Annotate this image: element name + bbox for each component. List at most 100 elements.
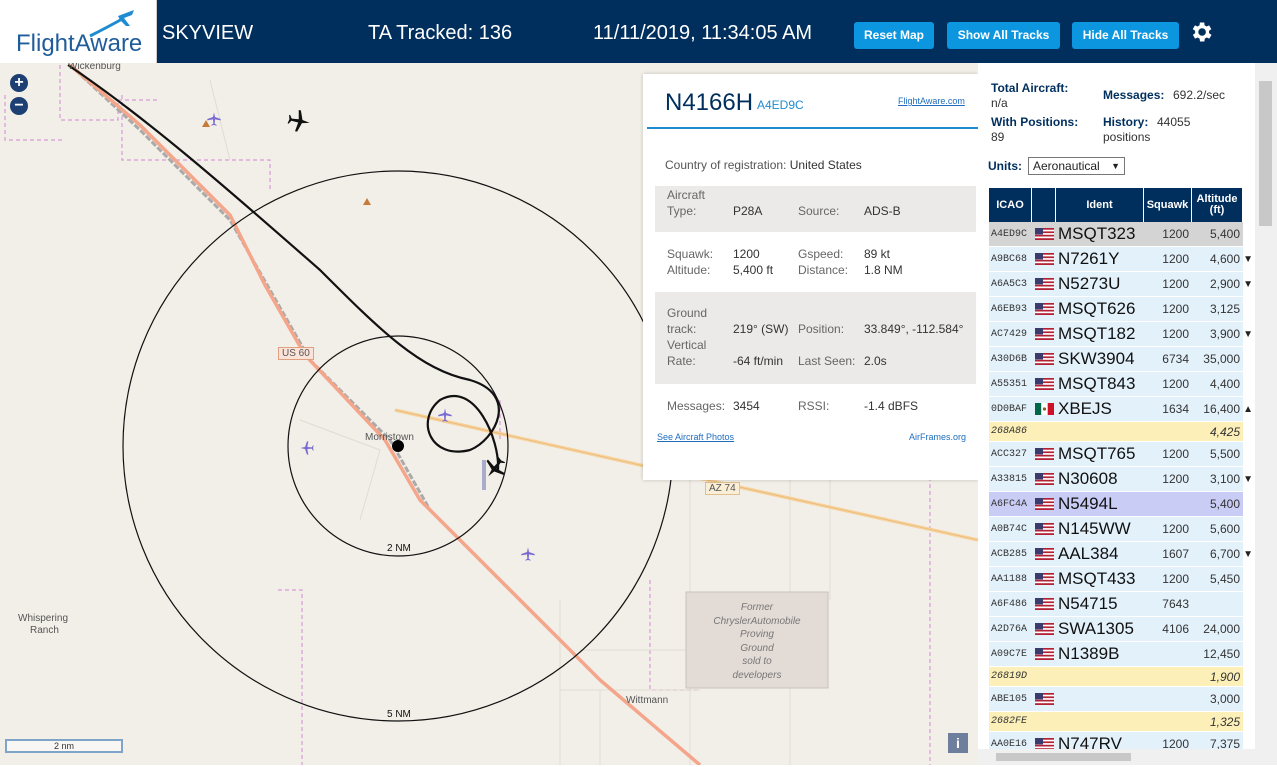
with-positions-label: With Positions: [991, 115, 1079, 129]
logo-text: FlightAware [16, 30, 143, 57]
table-row[interactable]: A55351 MSQT843 1200 4,400 [989, 372, 1243, 397]
trend-indicator: ▲ [1243, 403, 1253, 415]
ident-cell: AAL384 [1058, 544, 1119, 563]
flag-cell [1032, 322, 1056, 346]
ident-cell: N1389B [1058, 644, 1120, 663]
trend-indicator: ▼ [1243, 253, 1253, 265]
gear-icon[interactable] [1188, 19, 1214, 45]
table-row[interactable]: A6A5C3 N5273U 1200 2,900 ▼ [989, 272, 1253, 297]
aircraft-icon[interactable] [437, 407, 453, 423]
site-name: SKYVIEW [162, 22, 254, 44]
squawk-cell [1144, 687, 1192, 711]
zoom-in-button[interactable]: + [10, 74, 28, 92]
col-flag[interactable] [1032, 188, 1056, 222]
squawk-cell [1144, 712, 1192, 731]
hide-all-tracks-button[interactable]: Hide All Tracks [1072, 22, 1179, 49]
hex-code[interactable]: A4ED9C [757, 98, 804, 112]
us-flag-icon [1034, 328, 1054, 340]
table-row[interactable]: 26819D 1,900 [989, 667, 1243, 687]
label-whispering: Whispering [18, 613, 69, 624]
table-row[interactable]: A4ED9C MSQT323 1200 5,400 [989, 222, 1243, 247]
icao-cell: A55351 [991, 378, 1028, 390]
us-flag-icon [1034, 353, 1054, 365]
altitude-cell: 3,000 [1209, 692, 1240, 706]
aircraft-icon[interactable] [206, 111, 222, 127]
label-proving-ground: Former ChryslerAutomobile Proving Ground sol… [713, 602, 801, 681]
col-icao[interactable]: ICAO [989, 188, 1032, 222]
icao-cell: 0D0BAF [991, 403, 1028, 415]
squawk-cell: 1200 [1162, 327, 1189, 341]
table-row[interactable]: A33815 N30608 1200 3,100 ▼ [989, 467, 1253, 492]
flightaware-link[interactable]: FlightAware.com [898, 96, 965, 106]
us-flag-icon [1034, 228, 1054, 240]
col-squawk[interactable]: Squawk [1144, 188, 1192, 222]
flag-cell [1032, 247, 1056, 271]
squawk-cell: 1200 [1162, 472, 1189, 486]
ident-cell: N7261Y [1058, 249, 1120, 268]
label-ranch: Ranch [30, 625, 59, 636]
zoom-out-button[interactable]: − [10, 97, 28, 115]
table-row[interactable]: A2D76A SWA1305 4106 24,000 [989, 617, 1243, 642]
icao-cell: A9BC68 [991, 253, 1028, 265]
ident-cell: MSQT765 [1058, 444, 1136, 463]
ident-cell: N30608 [1058, 469, 1118, 488]
aircraft-icon[interactable] [520, 546, 536, 562]
reset-map-button[interactable]: Reset Map [854, 22, 934, 49]
table-row[interactable]: AA1188 MSQT433 1200 5,450 [989, 567, 1243, 592]
squawk-cell: 4106 [1162, 622, 1189, 636]
ident-cell: MSQT843 [1058, 374, 1136, 393]
ident-cell: MSQT182 [1058, 324, 1136, 343]
messages-label: Messages: [1103, 88, 1165, 102]
label-wittmann: Wittmann [626, 695, 669, 706]
table-row[interactable]: A9BC68 N7261Y 1200 4,600 ▼ [989, 247, 1253, 272]
altitude-cell: 3,900 ▼ [1209, 327, 1253, 341]
selected-aircraft-icon[interactable] [482, 455, 508, 481]
table-row[interactable]: ACB285 AAL384 1607 6,700 ▼ [989, 542, 1253, 567]
table-row[interactable]: ACC327 MSQT765 1200 5,500 [989, 442, 1243, 467]
table-row[interactable]: ABE105 3,000 [989, 687, 1243, 712]
altitude-cell: 5,400 [1209, 227, 1240, 241]
ident-cell: SWA1305 [1058, 619, 1134, 638]
altitude-cell: 12,450 [1203, 647, 1240, 661]
table-row[interactable]: AC7429 MSQT182 1200 3,900 ▼ [989, 322, 1253, 347]
squawk-cell: 1634 [1162, 402, 1189, 416]
table-row[interactable]: 2682FE 1,325 [989, 712, 1243, 732]
table-row[interactable]: A09C7E N1389B 12,450 [989, 642, 1243, 667]
info-icon[interactable]: i [948, 733, 968, 753]
table-row[interactable]: A6F486 N54715 7643 [989, 592, 1243, 617]
vertical-scrollbar[interactable] [1255, 63, 1277, 765]
label-ring-5nm: 5 NM [387, 709, 411, 720]
altitude-cell: 5,600 [1209, 522, 1240, 536]
table-row[interactable]: A0B74C N145WW 1200 5,600 [989, 517, 1243, 542]
show-all-tracks-button[interactable]: Show All Tracks [947, 22, 1060, 49]
aircraft-icon[interactable] [286, 108, 312, 134]
ident-cell: N145WW [1058, 519, 1131, 538]
aircraft-photos-link[interactable]: See Aircraft Photos [657, 432, 734, 442]
table-row[interactable]: A6FC4A N5494L 5,400 [989, 492, 1243, 517]
col-ident[interactable]: Ident [1056, 188, 1144, 222]
flightaware-logo[interactable]: FlightAware [0, 0, 157, 63]
with-positions-value: 89 [991, 130, 1005, 144]
ident-cell [1056, 422, 1144, 441]
horizontal-scrollbar[interactable] [978, 749, 1255, 765]
icao-cell: A6FC4A [991, 498, 1028, 510]
squawk-cell: 1200 [1162, 252, 1189, 266]
aircraft-icon[interactable] [299, 440, 315, 456]
table-row[interactable]: A30D6B SKW3904 6734 35,000 [989, 347, 1243, 372]
flag-cell [1032, 617, 1056, 641]
altitude-cell: 4,425 [1209, 424, 1240, 439]
icao-cell: 26819D [991, 671, 1028, 682]
table-row[interactable]: 268A86 4,425 [989, 422, 1243, 442]
table-row[interactable]: 0D0BAF XBEJS 1634 16,400 ▲ [989, 397, 1253, 422]
us-flag-icon [1034, 523, 1054, 535]
units-select[interactable]: Aeronautical ▼ [1028, 157, 1125, 175]
section-aircraft: Aircraft Type: P28A Source: ADS-B [655, 186, 976, 232]
us-flag-icon [1034, 548, 1054, 560]
us-flag-icon [1034, 253, 1054, 265]
altitude-cell: 4,400 [1209, 377, 1240, 391]
col-altitude[interactable]: Altitude (ft) [1192, 188, 1243, 222]
table-row[interactable]: A6EB93 MSQT626 1200 3,125 [989, 297, 1243, 322]
ident-cell: XBEJS [1058, 399, 1112, 418]
airframes-link[interactable]: AirFrames.org [909, 432, 966, 442]
icao-cell: 268A86 [991, 426, 1028, 437]
